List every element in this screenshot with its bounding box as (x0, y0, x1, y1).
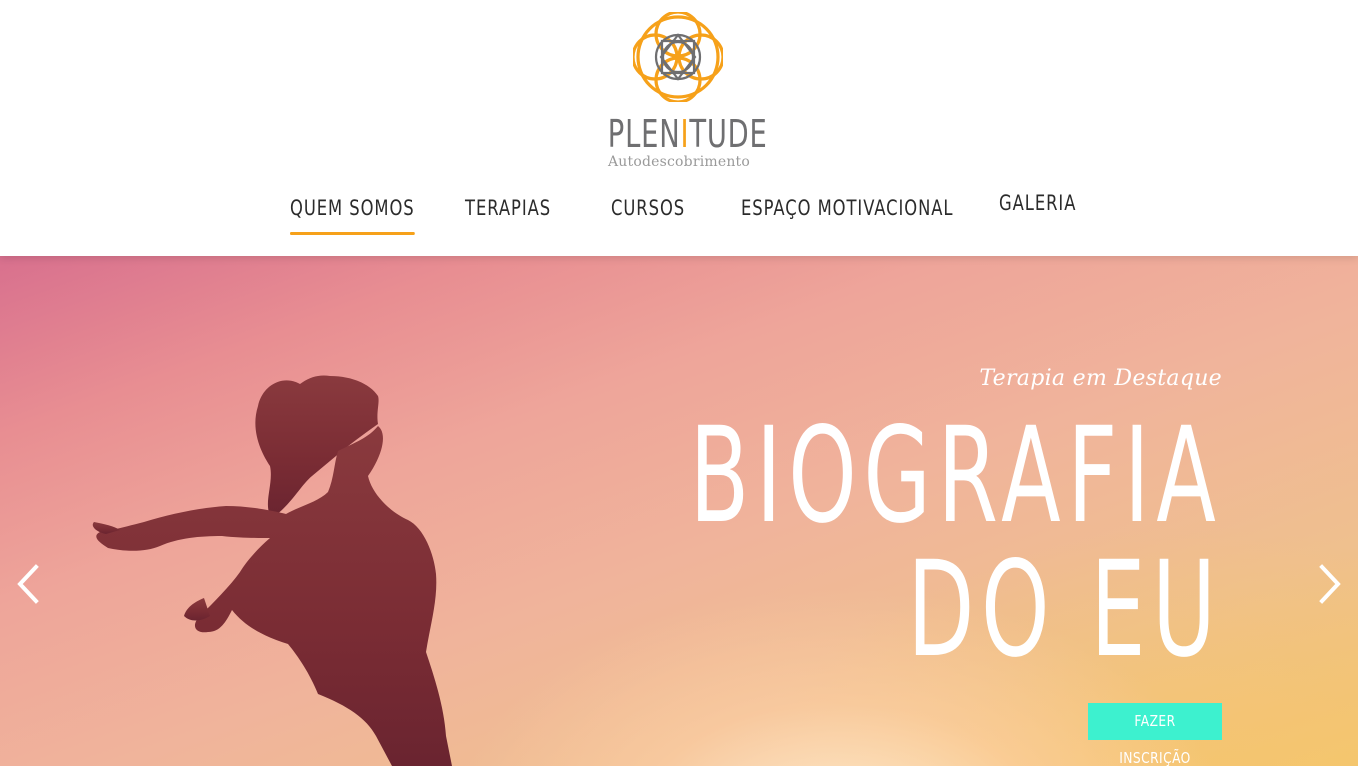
hero-title-line-1: BIOGRAFIA (689, 399, 1222, 553)
chevron-left-icon (17, 564, 39, 604)
nav-item-cursos[interactable]: CURSOS (611, 196, 685, 238)
chevron-right-icon (1319, 564, 1341, 604)
hero-subtitle: Terapia em Destaque (979, 366, 1222, 391)
signup-button[interactable]: FAZER INSCRIÇÃO (1088, 703, 1222, 766)
nav-item-galeria[interactable]: GALERIA (999, 191, 1076, 233)
hero-text-block: Terapia em Destaque BIOGRAFIA DO EU (415, 366, 1223, 677)
site-logo[interactable]: PLENITUDE Autodescobrimento (590, 10, 768, 175)
hero-title: BIOGRAFIA DO EU (689, 409, 1222, 677)
brand-tagline: Autodescobrimento (607, 154, 751, 170)
brand-name: PLENITUDE (607, 112, 768, 156)
carousel-next-button[interactable] (1310, 559, 1350, 609)
hero-carousel: Terapia em Destaque BIOGRAFIA DO EU FAZE… (0, 256, 1358, 766)
nav-item-terapias[interactable]: TERAPIAS (465, 196, 551, 238)
nav-item-espaco-motivacional[interactable]: ESPAÇO MOTIVACIONAL (741, 196, 954, 238)
signup-button-label: FAZER INSCRIÇÃO (1119, 712, 1191, 766)
main-nav: QUEM SOMOS TERAPIAS CURSOS ESPAÇO MOTIVA… (0, 191, 1358, 246)
hero-title-line-2: DO EU (906, 533, 1222, 687)
nav-item-quem-somos[interactable]: QUEM SOMOS (290, 196, 415, 238)
flower-mandala-icon (633, 12, 723, 102)
site-header: PLENITUDE Autodescobrimento QUEM SOMOS T… (0, 0, 1358, 256)
carousel-prev-button[interactable] (8, 559, 48, 609)
